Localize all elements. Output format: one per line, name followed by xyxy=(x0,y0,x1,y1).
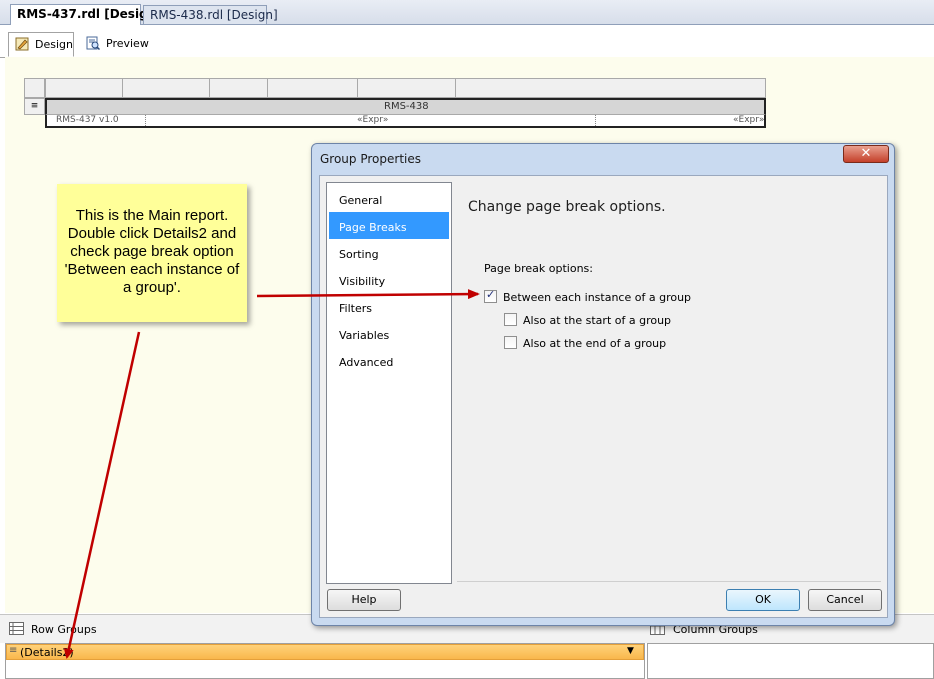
group-properties-dialog: Group Properties ✕ General Page Breaks S… xyxy=(311,143,895,626)
close-icon: ✕ xyxy=(860,146,872,161)
option-at-start[interactable]: Also at the start of a group xyxy=(504,313,671,327)
cancel-button[interactable]: Cancel xyxy=(808,589,882,611)
close-button[interactable]: ✕ xyxy=(843,145,889,163)
help-button[interactable]: Help xyxy=(327,589,401,611)
nav-item-sorting[interactable]: Sorting xyxy=(327,239,451,266)
ok-button[interactable]: OK xyxy=(726,589,800,611)
option-between-instances[interactable]: Between each instance of a group xyxy=(484,288,692,304)
nav-item-general[interactable]: General xyxy=(327,185,451,212)
nav-item-filters[interactable]: Filters xyxy=(327,293,451,320)
content-heading: Change page break options. xyxy=(468,199,666,215)
nav-item-advanced[interactable]: Advanced xyxy=(327,347,451,374)
checkbox-at-start[interactable] xyxy=(504,313,517,326)
dialog-title: Group Properties xyxy=(320,152,421,166)
properties-nav-list: General Page Breaks Sorting Visibility F… xyxy=(326,182,452,584)
checkbox-between-instances[interactable] xyxy=(484,288,497,303)
option-between-instances-label: Between each instance of a group xyxy=(503,291,692,304)
checkbox-at-end[interactable] xyxy=(504,336,517,349)
nav-item-page-breaks[interactable]: Page Breaks xyxy=(329,212,449,239)
button-divider xyxy=(457,581,881,582)
dialog-body: General Page Breaks Sorting Visibility F… xyxy=(319,175,888,618)
option-at-end[interactable]: Also at the end of a group xyxy=(504,336,666,350)
page-break-options-label: Page break options: xyxy=(484,262,593,275)
option-at-end-label: Also at the end of a group xyxy=(523,337,667,350)
nav-item-visibility[interactable]: Visibility xyxy=(327,266,451,293)
option-at-start-label: Also at the start of a group xyxy=(523,314,672,327)
arrow-to-details2 xyxy=(63,331,141,659)
nav-item-variables[interactable]: Variables xyxy=(327,320,451,347)
